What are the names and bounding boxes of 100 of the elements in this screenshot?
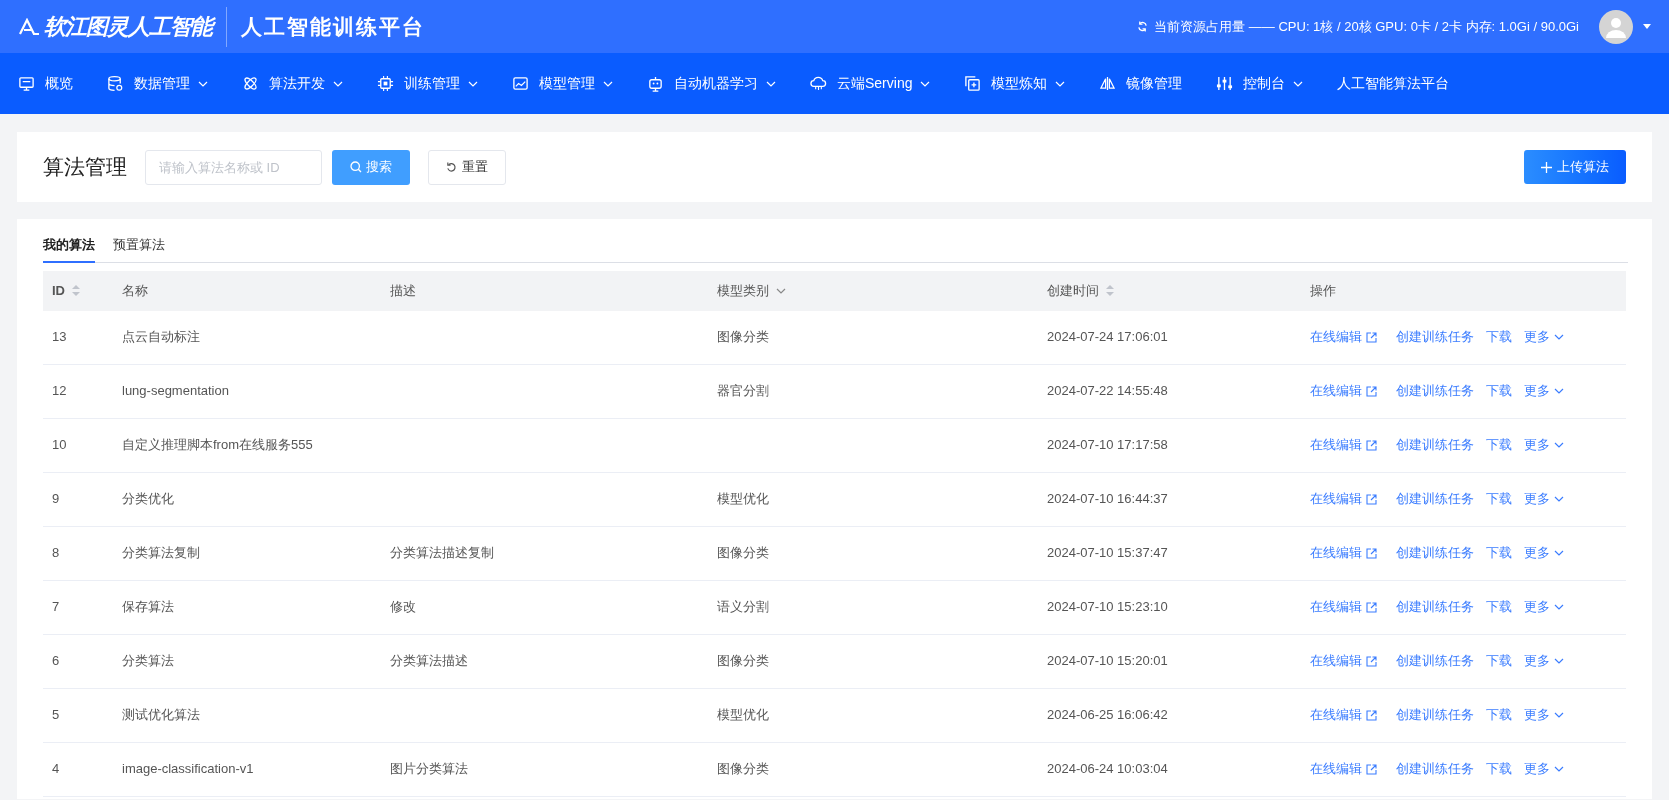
nav-item[interactable]: 概览 — [18, 73, 73, 94]
upload-button[interactable]: 上传算法 — [1524, 150, 1626, 184]
chevron-down-icon — [1055, 80, 1066, 87]
external-link-icon — [1366, 547, 1377, 559]
nav-item[interactable]: 数据管理 — [107, 73, 208, 94]
plus-icon — [1541, 161, 1552, 173]
action-link[interactable]: 在线编辑 — [1310, 327, 1377, 347]
nav-item[interactable]: 云端Serving — [810, 73, 931, 94]
action-link[interactable]: 下载 — [1486, 435, 1512, 455]
layers-icon — [964, 75, 982, 92]
brand-logo: 软江图灵人工智能 — [44, 6, 227, 47]
reset-button[interactable]: 重置 — [428, 149, 506, 185]
nav-item[interactable]: 镜像管理 — [1099, 73, 1183, 94]
tab[interactable]: 我的算法 — [43, 235, 95, 263]
more-menu[interactable]: 更多 — [1524, 543, 1564, 563]
table-cell: 模型优化 — [717, 707, 769, 723]
chevron-down-icon — [1554, 388, 1564, 394]
chevron-down-icon — [1554, 766, 1564, 772]
action-link[interactable]: 创建训练任务 — [1396, 759, 1474, 779]
action-link[interactable]: 下载 — [1486, 651, 1512, 671]
chip-icon — [377, 75, 394, 92]
chevron-down-icon — [766, 80, 776, 87]
action-link[interactable]: 下载 — [1486, 759, 1512, 779]
action-link[interactable]: 下载 — [1486, 705, 1512, 725]
table-cell: 4 — [52, 761, 60, 777]
search-field[interactable]: 请输入算法名称或 ID — [145, 149, 322, 185]
nav-item[interactable]: 模型管理 — [512, 73, 613, 94]
chevron-down-icon — [1554, 712, 1564, 718]
table-cell: 修改 — [390, 599, 416, 615]
more-menu[interactable]: 更多 — [1524, 489, 1564, 509]
column-header: 描述 — [390, 281, 416, 300]
nav-item[interactable]: 控制台 — [1216, 73, 1304, 94]
nav-item[interactable]: 算法开发 — [242, 73, 343, 94]
chevron-down-icon — [1554, 442, 1564, 448]
chevron-down-icon — [468, 80, 478, 87]
table-cell: 2024-06-25 16:06:42 — [1047, 707, 1168, 723]
more-menu[interactable]: 更多 — [1524, 651, 1564, 671]
app-title: 人工智能训练平台 — [241, 13, 425, 40]
action-link[interactable]: 在线编辑 — [1310, 705, 1377, 725]
table-cell: 2024-07-10 17:17:58 — [1047, 437, 1168, 453]
table-cell: 分类算法描述复制 — [390, 545, 494, 561]
table-cell: 12 — [52, 383, 67, 399]
more-menu[interactable]: 更多 — [1524, 327, 1564, 347]
table-cell: 保存算法 — [122, 599, 174, 615]
action-link[interactable]: 创建训练任务 — [1396, 597, 1474, 617]
action-link[interactable]: 在线编辑 — [1310, 489, 1377, 509]
table-cell: 自定义推理脚本from在线服务555 — [122, 437, 313, 453]
table-cell: 器官分割 — [717, 383, 769, 399]
action-link[interactable]: 创建训练任务 — [1396, 327, 1474, 347]
table-cell: 8 — [52, 545, 60, 561]
chart-icon — [512, 75, 529, 92]
action-link[interactable]: 创建训练任务 — [1396, 705, 1474, 725]
external-link-icon — [1366, 331, 1377, 343]
nav-item[interactable]: 模型炼知 — [964, 73, 1066, 94]
action-link[interactable]: 下载 — [1486, 327, 1512, 347]
avatar[interactable] — [1599, 9, 1633, 44]
action-link[interactable]: 下载 — [1486, 543, 1512, 563]
external-link-icon — [1366, 655, 1377, 667]
action-link[interactable]: 创建训练任务 — [1396, 543, 1474, 563]
chevron-down-icon — [1554, 658, 1564, 664]
table-cell: 6 — [52, 653, 60, 669]
action-link[interactable]: 在线编辑 — [1310, 381, 1377, 401]
more-menu[interactable]: 更多 — [1524, 759, 1564, 779]
table-cell: 2024-07-10 16:44:37 — [1047, 491, 1168, 507]
caret-icon[interactable] — [1643, 24, 1651, 29]
chevron-down-icon — [1554, 334, 1564, 340]
table-cell: 测试优化算法 — [122, 707, 200, 723]
action-link[interactable]: 在线编辑 — [1310, 759, 1377, 779]
action-link[interactable]: 下载 — [1486, 597, 1512, 617]
nav-item[interactable]: 人工智能算法平台 — [1337, 73, 1450, 94]
external-link-icon — [1366, 385, 1377, 397]
action-link[interactable]: 下载 — [1486, 489, 1512, 509]
column-header[interactable]: 创建时间 — [1047, 280, 1099, 301]
table-cell: 9 — [52, 491, 60, 507]
nav-item[interactable]: 自动机器学习 — [647, 73, 776, 94]
action-link[interactable]: 创建训练任务 — [1396, 489, 1474, 509]
more-menu[interactable]: 更多 — [1524, 705, 1564, 725]
action-link[interactable]: 创建训练任务 — [1396, 435, 1474, 455]
table-cell: 分类优化 — [122, 491, 174, 507]
more-menu[interactable]: 更多 — [1524, 381, 1564, 401]
action-link[interactable]: 在线编辑 — [1310, 543, 1377, 563]
action-link[interactable]: 在线编辑 — [1310, 651, 1377, 671]
column-header[interactable]: 模型类别 — [717, 280, 769, 301]
action-link[interactable]: 创建训练任务 — [1396, 381, 1474, 401]
action-link[interactable]: 创建训练任务 — [1396, 651, 1474, 671]
column-header[interactable]: ID — [52, 280, 65, 301]
more-menu[interactable]: 更多 — [1524, 597, 1564, 617]
external-link-icon — [1366, 601, 1377, 613]
table-cell: 10 — [52, 437, 67, 453]
action-link[interactable]: 在线编辑 — [1310, 597, 1377, 617]
robot-icon — [647, 75, 664, 92]
search-button[interactable]: 搜索 — [332, 149, 410, 185]
action-link[interactable]: 在线编辑 — [1310, 435, 1377, 455]
tab[interactable]: 预置算法 — [113, 235, 165, 263]
nav-item[interactable]: 训练管理 — [377, 73, 478, 94]
more-menu[interactable]: 更多 — [1524, 435, 1564, 455]
action-link[interactable]: 下载 — [1486, 381, 1512, 401]
database-icon — [107, 75, 124, 92]
logo-icon — [18, 17, 40, 36]
external-link-icon — [1366, 439, 1377, 451]
